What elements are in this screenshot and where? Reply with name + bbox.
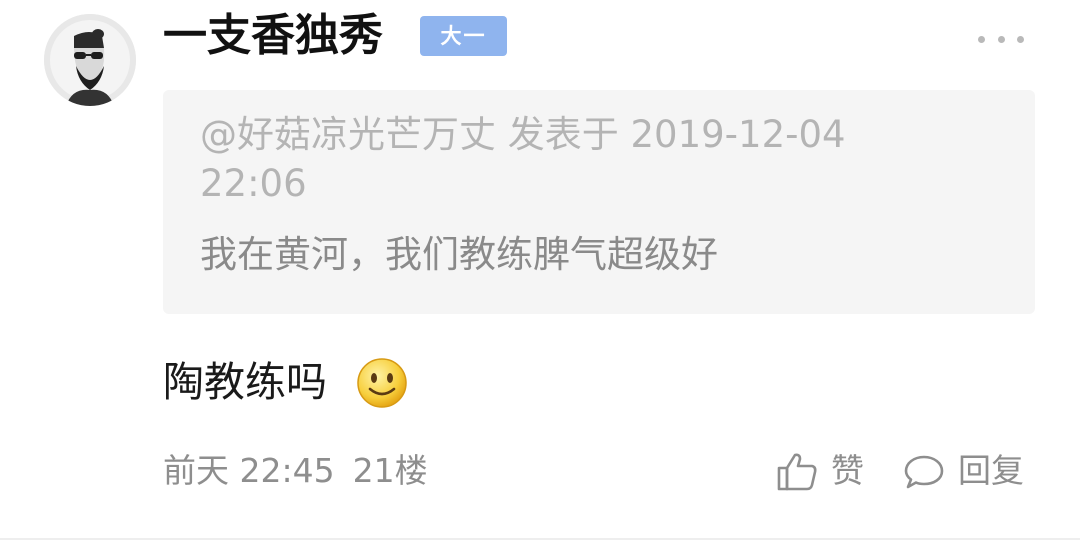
- comment-meta: 前天 22:45 21楼: [163, 448, 428, 494]
- comment-text: 陶教练吗: [163, 358, 327, 406]
- thumbs-up-icon: [777, 453, 817, 491]
- more-dot: [978, 35, 985, 43]
- quote-text: 我在黄河，我们教练脾气超级好: [200, 233, 718, 276]
- like-button[interactable]: 赞: [775, 448, 864, 494]
- reply-label: 回复: [958, 451, 1024, 490]
- floor-number: 21楼: [352, 451, 428, 490]
- avatar-image: [44, 14, 136, 106]
- divider: [0, 538, 1080, 540]
- username[interactable]: 一支香独秀: [163, 6, 383, 66]
- more-dot: [997, 35, 1005, 43]
- smile-emoji-icon: [357, 358, 407, 408]
- quote-meta: @好菇凉光芒万丈 发表于 2019-12-04 22:06: [200, 113, 846, 205]
- grade-badge: 大一: [420, 16, 507, 56]
- avatar[interactable]: [44, 14, 136, 106]
- more-options-icon[interactable]: [978, 24, 1024, 54]
- quoted-reply[interactable]: @好菇凉光芒万丈 发表于 2019-12-04 22:06 我在黄河，我们教练脾…: [163, 90, 1035, 314]
- more-dot: [1017, 35, 1024, 43]
- reply-button[interactable]: 回复: [902, 448, 1024, 494]
- comment-time: 前天 22:45: [163, 451, 335, 490]
- like-label: 赞: [831, 451, 864, 490]
- speech-bubble-icon: [904, 455, 944, 489]
